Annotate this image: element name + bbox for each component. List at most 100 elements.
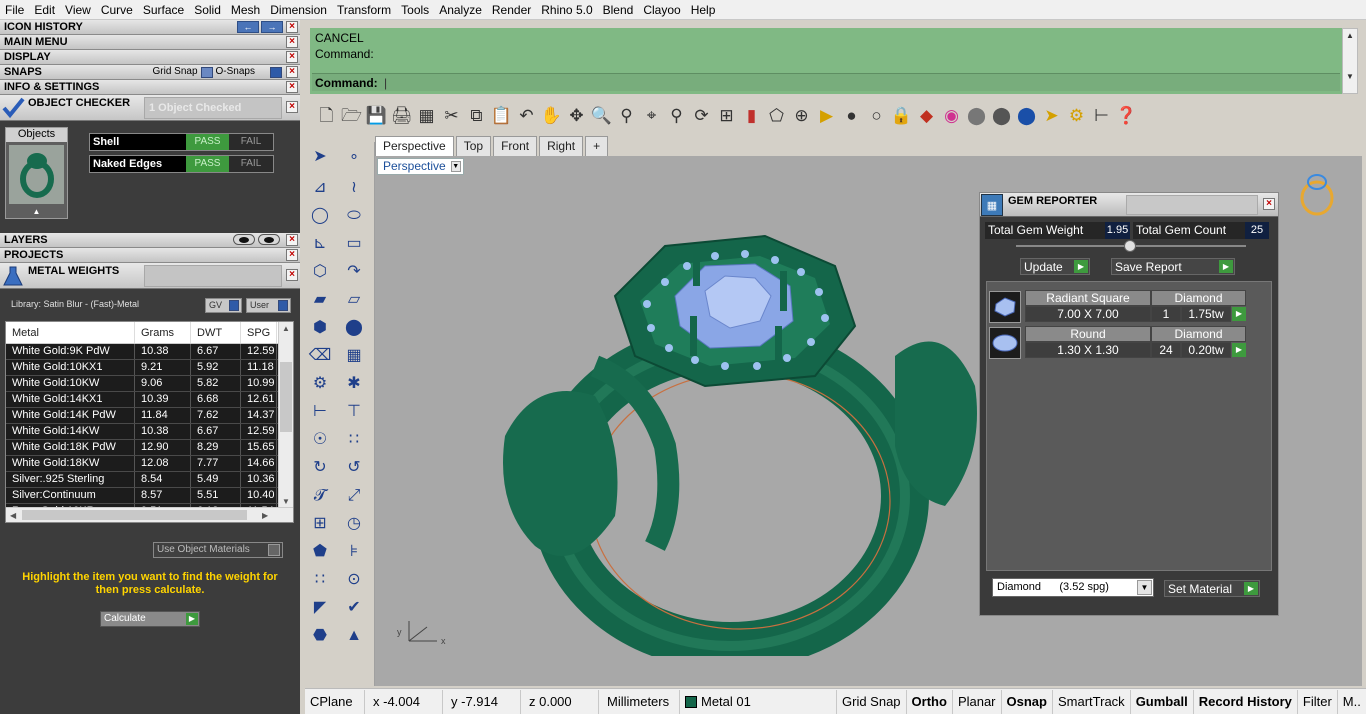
use-object-materials-toggle[interactable]: Use Object Materials bbox=[153, 542, 283, 558]
gem-row[interactable]: Round Diamond 1.30 X 1.30 24 0.20tw ▶ bbox=[989, 326, 1247, 360]
snaps-header[interactable]: SNAPS Grid Snap O-Snaps × bbox=[0, 65, 300, 80]
properties-icon[interactable]: ▦ bbox=[414, 102, 439, 128]
smarttrack-toggle[interactable]: SmartTrack bbox=[1053, 689, 1131, 714]
table-row[interactable]: White Gold:14KW 10.38 6.67 12.59 bbox=[6, 424, 293, 440]
light-bulb-icon[interactable]: ○ bbox=[864, 102, 889, 128]
projects-header[interactable]: PROJECTS × bbox=[0, 248, 300, 263]
gear-tool-icon[interactable]: ⚙ bbox=[307, 371, 333, 397]
curve-icon[interactable]: ≀ bbox=[341, 175, 367, 201]
column-header[interactable]: Metal bbox=[6, 322, 135, 343]
save-report-button[interactable]: Save Report ▶ bbox=[1111, 258, 1235, 275]
snap-toggle[interactable] bbox=[270, 66, 282, 78]
forward-arrow-icon[interactable]: → bbox=[261, 21, 283, 33]
close-icon[interactable]: × bbox=[286, 66, 298, 78]
scroll-left-icon[interactable]: ◀ bbox=[10, 511, 16, 520]
surface-icon[interactable]: ▰ bbox=[307, 287, 333, 313]
save-icon[interactable]: 💾 bbox=[364, 102, 389, 128]
split-icon[interactable]: ⊤ bbox=[341, 399, 367, 425]
column-header[interactable]: DWT bbox=[191, 322, 241, 343]
point-icon[interactable]: ∘ bbox=[341, 144, 367, 170]
pan-hand-icon[interactable]: ✋ bbox=[539, 102, 564, 128]
menu-clayoo[interactable]: Clayoo bbox=[638, 0, 685, 20]
menu-rhino[interactable]: Rhino 5.0 bbox=[536, 0, 597, 20]
vertical-scrollbar[interactable]: ▲ ▼ bbox=[278, 322, 293, 508]
rotate-icon[interactable]: ↻ bbox=[307, 455, 333, 481]
boolean-icon[interactable]: ⬤ bbox=[341, 315, 367, 341]
icon-history-header[interactable]: ICON HISTORY ← → × bbox=[0, 20, 300, 35]
scroll-down-icon[interactable]: ▼ bbox=[1343, 72, 1357, 81]
analyze-icon[interactable]: ⊙ bbox=[341, 567, 367, 593]
cplane-label[interactable]: CPlane bbox=[305, 689, 365, 714]
table-row[interactable]: White Gold:18K PdW 12.90 8.29 15.65 bbox=[6, 440, 293, 456]
calculate-button[interactable]: Calculate ▶ bbox=[100, 611, 200, 627]
copy-icon[interactable]: ⧉ bbox=[464, 102, 489, 128]
menu-view[interactable]: View bbox=[60, 0, 96, 20]
table-row[interactable]: White Gold:14K PdW 11.84 7.62 14.37 bbox=[6, 408, 293, 424]
array-icon[interactable]: ∷ bbox=[341, 427, 367, 453]
paste-icon[interactable]: 📋 bbox=[489, 102, 514, 128]
command-scrollbar[interactable]: ▲ ▼ bbox=[1342, 28, 1358, 94]
open-folder-icon[interactable]: 🗁 bbox=[339, 102, 364, 128]
play-icon[interactable]: ▶ bbox=[1232, 307, 1246, 321]
scroll-thumb[interactable] bbox=[280, 362, 292, 432]
layers-header[interactable]: LAYERS × bbox=[0, 233, 300, 248]
solid-box-icon[interactable]: ⬟ bbox=[307, 539, 333, 565]
scale-icon[interactable]: ⤢ bbox=[341, 483, 367, 509]
scroll-up-icon[interactable]: ▲ bbox=[282, 324, 290, 333]
options-gear-icon[interactable]: ⚙ bbox=[1064, 102, 1089, 128]
close-icon[interactable]: × bbox=[286, 249, 298, 261]
select-icon[interactable]: ▶ bbox=[814, 102, 839, 128]
menu-help[interactable]: Help bbox=[686, 0, 721, 20]
record-history-toggle[interactable]: Record History bbox=[1194, 689, 1298, 714]
o-snaps-toggle[interactable] bbox=[200, 66, 213, 78]
mesh-icon[interactable]: ▦ bbox=[341, 343, 367, 369]
chevron-down-icon[interactable]: ▼ bbox=[450, 161, 461, 172]
table-row[interactable]: White Gold:9K PdW 10.38 6.67 12.59 bbox=[6, 344, 293, 360]
object-checker-header[interactable]: OBJECT CHECKER 1 Object Checked × bbox=[0, 95, 300, 121]
set-material-button[interactable]: Set Material ▶ bbox=[1164, 580, 1260, 597]
ellipse-icon[interactable]: ⬭ bbox=[341, 203, 367, 229]
perspective-viewport[interactable]: Perspective ▼ x y ▦ GEM REPORTER × Total… bbox=[375, 156, 1362, 686]
polygon-icon[interactable]: ⬡ bbox=[307, 259, 333, 285]
text-icon[interactable]: 𝓣 bbox=[307, 483, 333, 509]
color-wheel-icon[interactable]: ◉ bbox=[939, 102, 964, 128]
menu-surface[interactable]: Surface bbox=[138, 0, 189, 20]
horizontal-scrollbar[interactable]: ◀ ▶ bbox=[6, 507, 293, 522]
bevel-icon[interactable]: ◤ bbox=[307, 595, 333, 621]
shaded-sphere-icon[interactable]: ⬤ bbox=[964, 102, 989, 128]
planar-toggle[interactable]: Planar bbox=[953, 689, 1002, 714]
fillet-icon[interactable]: ↷ bbox=[341, 259, 367, 285]
ortho-toggle[interactable]: Ortho bbox=[907, 689, 953, 714]
check-icon[interactable]: ✔ bbox=[341, 595, 367, 621]
gem-reporter-header[interactable]: ▦ GEM REPORTER × bbox=[980, 193, 1278, 217]
scroll-down-icon[interactable]: ▼ bbox=[282, 497, 290, 506]
zoom-icon[interactable]: 🔍 bbox=[589, 102, 614, 128]
mirror-icon[interactable]: ◷ bbox=[341, 511, 367, 537]
gem-row[interactable]: Radiant Square Diamond 7.00 X 7.00 1 1.7… bbox=[989, 290, 1247, 324]
cut-icon[interactable]: ✂ bbox=[439, 102, 464, 128]
menu-analyze[interactable]: Analyze bbox=[434, 0, 487, 20]
close-icon[interactable]: × bbox=[286, 36, 298, 48]
column-header[interactable]: Grams bbox=[135, 322, 191, 343]
box-icon[interactable]: ⬢ bbox=[307, 315, 333, 341]
cplane-icon[interactable]: ⬠ bbox=[764, 102, 789, 128]
circle-icon[interactable]: ◯ bbox=[307, 203, 333, 229]
group-icon[interactable]: ☉ bbox=[307, 427, 333, 453]
close-icon[interactable]: × bbox=[1263, 198, 1275, 210]
grid-snap-toggle[interactable]: Grid Snap bbox=[837, 689, 907, 714]
select-arrow-icon[interactable]: ➤ bbox=[307, 144, 333, 170]
rectangle-icon[interactable]: ▭ bbox=[341, 231, 367, 257]
arc-icon[interactable]: ⊾ bbox=[307, 231, 333, 257]
update-button[interactable]: Update ▶ bbox=[1020, 258, 1090, 275]
car-icon[interactable]: ▮ bbox=[739, 102, 764, 128]
explode-icon[interactable]: ✱ bbox=[341, 371, 367, 397]
gv-toggle[interactable]: GV bbox=[205, 298, 242, 313]
menu-edit[interactable]: Edit bbox=[29, 0, 60, 20]
cylinder-icon[interactable]: ⌫ bbox=[307, 343, 333, 369]
close-icon[interactable]: × bbox=[286, 234, 298, 246]
eye-icon[interactable] bbox=[233, 234, 255, 245]
zoom-extents-icon[interactable]: ⌖ bbox=[639, 102, 664, 128]
rendered-sphere-icon[interactable]: ⬤ bbox=[989, 102, 1014, 128]
menu-dimension[interactable]: Dimension bbox=[265, 0, 332, 20]
osnap-toggle[interactable]: Osnap bbox=[1002, 689, 1053, 714]
